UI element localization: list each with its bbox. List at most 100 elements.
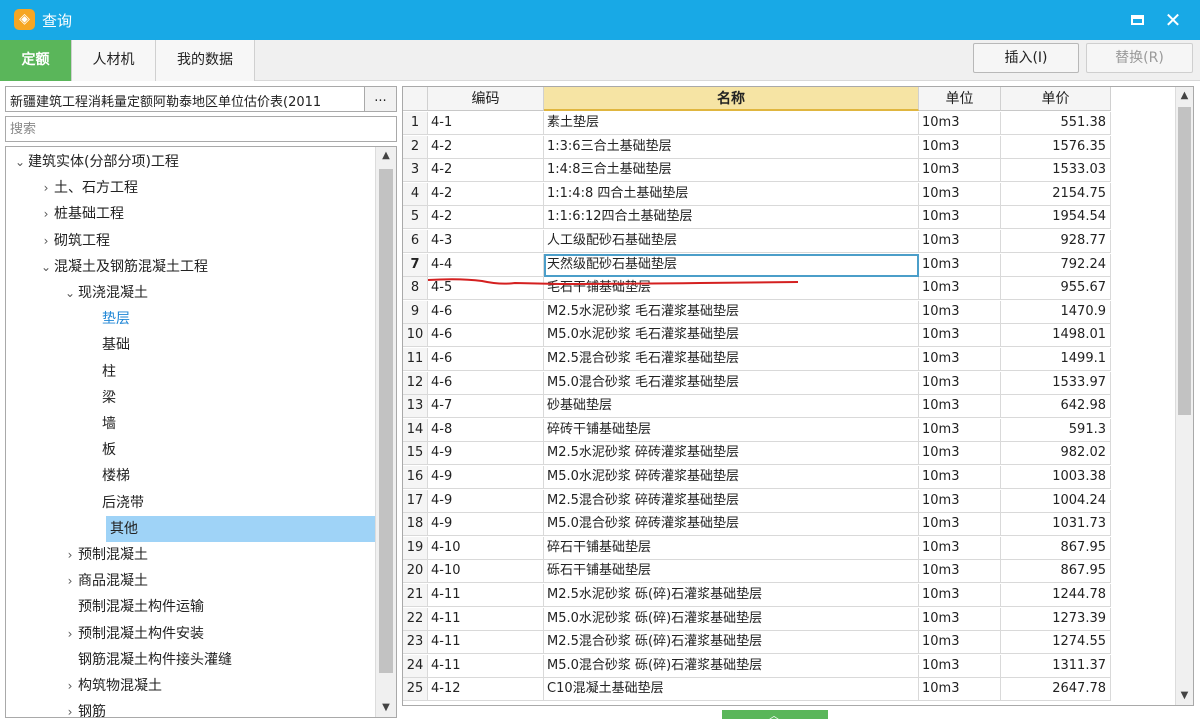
tree-item[interactable]: 楼梯 xyxy=(86,463,130,489)
table-cell[interactable]: 1470.9 xyxy=(1001,300,1111,324)
chevron-right-icon[interactable]: › xyxy=(62,699,78,717)
table-cell[interactable]: 10m3 xyxy=(919,442,1001,466)
row-number[interactable]: 6 xyxy=(403,230,428,253)
table-cell[interactable]: 928.77 xyxy=(1001,230,1111,253)
tree-item[interactable]: 墙 xyxy=(86,411,116,437)
table-cell[interactable]: 4-8 xyxy=(428,418,544,442)
table-cell[interactable]: 4-11 xyxy=(428,631,544,655)
table-cell[interactable]: 10m3 xyxy=(919,678,1001,702)
table-cell[interactable]: M5.0水泥砂浆 毛石灌浆基础垫层 xyxy=(544,324,919,348)
chevron-right-icon[interactable]: › xyxy=(62,673,78,699)
table-cell[interactable]: 10m3 xyxy=(919,348,1001,371)
table-cell[interactable]: 10m3 xyxy=(919,631,1001,655)
table-cell[interactable]: M5.0水泥砂浆 碎砖灌浆基础垫层 xyxy=(544,466,919,489)
table-cell[interactable]: 10m3 xyxy=(919,654,1001,678)
table-cell[interactable]: 4-2 xyxy=(428,206,544,230)
tree-item[interactable]: › 桩基础工程 xyxy=(38,201,124,227)
table-cell[interactable]: 955.67 xyxy=(1001,277,1111,301)
table-cell[interactable]: 1003.38 xyxy=(1001,466,1111,489)
row-number[interactable]: 5 xyxy=(403,206,428,230)
table-scrollbar[interactable]: ▲ ▼ xyxy=(1175,87,1193,705)
table-cell[interactable]: 10m3 xyxy=(919,395,1001,419)
table-cell[interactable]: 4-10 xyxy=(428,536,544,560)
table-cell[interactable]: 1244.78 xyxy=(1001,584,1111,607)
table-cell[interactable]: 4-11 xyxy=(428,654,544,678)
table-cell[interactable]: 4-9 xyxy=(428,513,544,537)
row-number[interactable]: 7 xyxy=(403,253,428,277)
table-cell[interactable]: 人工级配砂石基础垫层 xyxy=(544,230,919,253)
row-number[interactable]: 3 xyxy=(403,159,428,183)
table-cell[interactable]: 10m3 xyxy=(919,560,1001,584)
table-cell[interactable]: 4-2 xyxy=(428,135,544,159)
table-cell[interactable]: 1533.03 xyxy=(1001,159,1111,183)
table-cell[interactable]: 10m3 xyxy=(919,159,1001,183)
tree-item[interactable]: 钢筋混凝土构件接头灌缝 xyxy=(62,647,232,673)
scroll-up-icon[interactable]: ▲ xyxy=(376,147,396,165)
table-cell[interactable]: 1533.97 xyxy=(1001,371,1111,395)
table-cell[interactable]: 10m3 xyxy=(919,230,1001,253)
tree-item[interactable]: 后浇带 xyxy=(86,490,144,516)
table-cell[interactable]: 1:1:6:12四合土基础垫层 xyxy=(544,206,919,230)
insert-button[interactable]: 插入(I) xyxy=(973,43,1079,73)
row-number[interactable]: 4 xyxy=(403,182,428,206)
table-cell[interactable]: 4-12 xyxy=(428,678,544,702)
table-cell[interactable]: 867.95 xyxy=(1001,560,1111,584)
tree-item[interactable]: 垫层 xyxy=(86,306,130,332)
table-cell[interactable]: 4-4 xyxy=(428,253,544,277)
table-cell[interactable]: 4-9 xyxy=(428,466,544,489)
tree-item[interactable]: ⌄ 混凝土及钢筋混凝土工程 xyxy=(38,254,208,280)
replace-button[interactable]: 替换(R) xyxy=(1086,43,1193,73)
row-number[interactable]: 17 xyxy=(403,489,428,513)
table-cell[interactable]: 4-3 xyxy=(428,230,544,253)
tree-item[interactable]: › 土、石方工程 xyxy=(38,175,138,201)
table-cell[interactable]: 4-2 xyxy=(428,182,544,206)
table-cell[interactable]: 砂基础垫层 xyxy=(544,395,919,419)
row-number[interactable]: 10 xyxy=(403,324,428,348)
table-cell[interactable]: 10m3 xyxy=(919,277,1001,301)
table-cell[interactable]: 碎石干铺基础垫层 xyxy=(544,536,919,560)
table-cell[interactable]: 10m3 xyxy=(919,253,1001,277)
table-scroll-thumb[interactable] xyxy=(1178,107,1191,415)
tree-item[interactable]: 预制混凝土构件运输 xyxy=(62,594,204,620)
row-number[interactable]: 20 xyxy=(403,560,428,584)
table-cell[interactable]: 1274.55 xyxy=(1001,631,1111,655)
tab-labor-material-machine[interactable]: 人材机 xyxy=(72,40,156,81)
table-cell[interactable]: 4-7 xyxy=(428,395,544,419)
table-cell[interactable]: 4-2 xyxy=(428,159,544,183)
chevron-down-icon[interactable]: ⌄ xyxy=(12,149,28,175)
table-cell[interactable]: 792.24 xyxy=(1001,253,1111,277)
row-number[interactable]: 23 xyxy=(403,631,428,655)
tree-item[interactable]: 基础 xyxy=(86,332,130,358)
tree-scroll-thumb[interactable] xyxy=(379,169,393,673)
chevron-down-icon[interactable]: ⌄ xyxy=(38,254,54,280)
table-cell[interactable]: M2.5混合砂浆 碎砖灌浆基础垫层 xyxy=(544,489,919,513)
tree-item[interactable]: › 构筑物混凝土 xyxy=(62,673,162,699)
table-cell[interactable]: 10m3 xyxy=(919,371,1001,395)
table-cell[interactable]: C10混凝土基础垫层 xyxy=(544,678,919,702)
table-cell[interactable]: 10m3 xyxy=(919,536,1001,560)
table-cell[interactable]: M5.0混合砂浆 碎砖灌浆基础垫层 xyxy=(544,513,919,537)
table-cell[interactable]: 碎砖干铺基础垫层 xyxy=(544,418,919,442)
table-cell[interactable]: 2154.75 xyxy=(1001,182,1111,206)
scroll-down-icon[interactable]: ▼ xyxy=(376,699,396,717)
row-number[interactable]: 19 xyxy=(403,536,428,560)
table-cell[interactable]: 10m3 xyxy=(919,489,1001,513)
table-cell[interactable]: 10m3 xyxy=(919,513,1001,537)
row-number[interactable]: 12 xyxy=(403,371,428,395)
tree-item[interactable]: 柱 xyxy=(86,359,116,385)
library-browse-button[interactable]: ... xyxy=(364,87,396,111)
table-cell[interactable]: 1:1:4:8 四合土基础垫层 xyxy=(544,182,919,206)
table-cell[interactable]: 1499.1 xyxy=(1001,348,1111,371)
tree-scrollbar[interactable]: ▲ ▼ xyxy=(375,147,396,717)
table-cell[interactable]: 1954.54 xyxy=(1001,206,1111,230)
table-cell[interactable]: 1576.35 xyxy=(1001,135,1111,159)
table-cell[interactable]: 1273.39 xyxy=(1001,607,1111,631)
row-number[interactable]: 1 xyxy=(403,112,428,135)
table-cell[interactable]: M2.5混合砂浆 毛石灌浆基础垫层 xyxy=(544,348,919,371)
row-number[interactable]: 14 xyxy=(403,418,428,442)
table-cell[interactable]: 4-6 xyxy=(428,300,544,324)
tree-item[interactable]: ⌄ 建筑实体(分部分项)工程 xyxy=(12,149,179,175)
table-cell[interactable]: 10m3 xyxy=(919,466,1001,489)
chevron-right-icon[interactable]: › xyxy=(62,542,78,568)
table-cell[interactable]: 4-9 xyxy=(428,489,544,513)
